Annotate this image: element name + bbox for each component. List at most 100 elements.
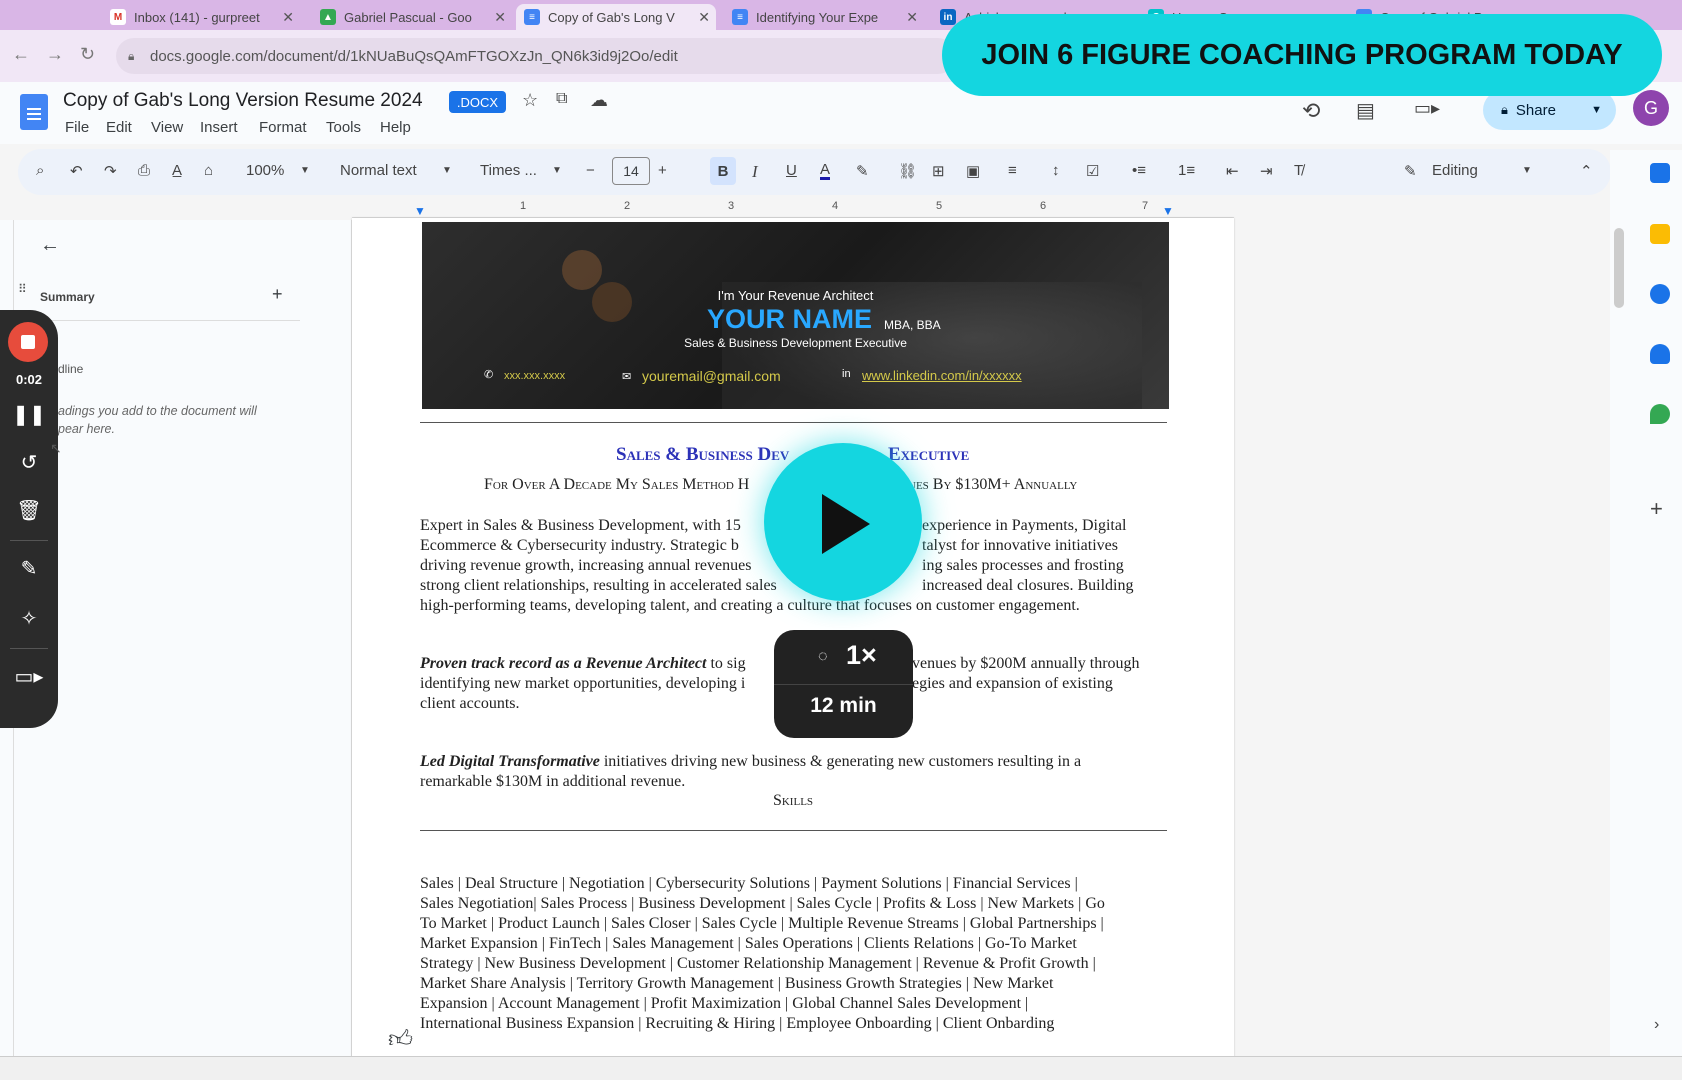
resume-heading-left: Sales & Business Dev: [616, 444, 790, 465]
font-select[interactable]: Times ...: [480, 162, 537, 179]
tasks-icon[interactable]: [1650, 284, 1670, 304]
undo-icon[interactable]: ↶: [70, 162, 83, 180]
keep-icon[interactable]: [1650, 224, 1670, 244]
chevron-down-icon[interactable]: ▼: [1591, 104, 1602, 116]
left-indent-marker-icon[interactable]: ▼: [414, 204, 426, 218]
menu-format[interactable]: Format: [259, 119, 307, 136]
insert-image-icon[interactable]: ▣: [966, 162, 980, 180]
checklist-icon[interactable]: ☑: [1086, 162, 1099, 180]
tab-docs-active[interactable]: ≡ Copy of Gab's Long V ✕: [516, 4, 716, 30]
star-icon[interactable]: ☆: [522, 90, 538, 111]
zoom-select[interactable]: 100%: [246, 162, 284, 179]
close-icon[interactable]: ✕: [282, 9, 294, 26]
tab-docs[interactable]: ≡ Identifying Your Expe ✕: [724, 4, 924, 30]
resume-subheading-left: For Over A Decade My Sales Method H: [484, 476, 750, 493]
effects-wand-icon[interactable]: ✧: [0, 606, 58, 631]
increase-indent-icon[interactable]: ⇥: [1260, 162, 1273, 180]
divider: [420, 830, 1167, 831]
hero-linkedin[interactable]: www.linkedin.com/in/xxxxxx: [862, 368, 1022, 383]
add-comment-icon[interactable]: ⊞: [932, 162, 945, 180]
chevron-down-icon[interactable]: ▼: [442, 165, 452, 176]
chevron-down-icon[interactable]: ▼: [1522, 165, 1532, 176]
maps-icon[interactable]: [1650, 404, 1670, 424]
docs-icon: ≡: [732, 9, 748, 25]
increase-font-icon[interactable]: +: [658, 162, 667, 179]
clear-formatting-icon[interactable]: T̸: [1294, 162, 1303, 179]
italic-button[interactable]: I: [752, 162, 758, 182]
divider: [10, 540, 48, 541]
url-input[interactable]: 🔒︎ docs.google.com/document/d/1kNUaBuQsQ…: [116, 38, 956, 74]
menu-help[interactable]: Help: [380, 119, 411, 136]
print-icon[interactable]: ⎙: [138, 162, 150, 179]
calendar-icon[interactable]: [1650, 163, 1670, 183]
tab-label: Copy of Gab's Long V: [548, 9, 675, 25]
add-summary-icon[interactable]: +: [272, 284, 283, 305]
avatar[interactable]: G: [1633, 90, 1669, 126]
achievement-text: initiatives driving new business & gener…: [599, 753, 1082, 770]
add-addon-icon[interactable]: +: [1650, 496, 1663, 522]
share-button[interactable]: 🔒︎ Share ▼: [1483, 90, 1616, 130]
chevron-down-icon[interactable]: ▼: [300, 165, 310, 176]
pause-icon[interactable]: ❚❚: [0, 402, 58, 427]
right-indent-marker-icon[interactable]: ▼: [1162, 204, 1174, 218]
contacts-icon[interactable]: [1650, 344, 1670, 364]
version-history-icon[interactable]: ⟲: [1302, 98, 1320, 124]
menu-tools[interactable]: Tools: [326, 119, 361, 136]
scrollbar[interactable]: [1614, 228, 1624, 308]
playback-speed[interactable]: 1×: [846, 640, 877, 671]
decrease-font-icon[interactable]: −: [586, 162, 595, 179]
document-title[interactable]: Copy of Gab's Long Version Resume 2024: [63, 90, 423, 112]
stop-icon: [21, 335, 35, 349]
paint-format-icon[interactable]: ⌂: [204, 162, 213, 179]
spellcheck-icon[interactable]: A̲: [172, 162, 182, 179]
playback-speed-panel[interactable]: ◌ 1× 12 min: [774, 630, 913, 738]
tab-gmail[interactable]: M Inbox (141) - gurpreet ✕: [102, 4, 300, 30]
back-arrow-icon[interactable]: ←: [40, 234, 60, 257]
achievement-text: client accounts.: [420, 695, 520, 712]
camera-icon[interactable]: ▭▸: [0, 664, 58, 689]
tab-drive[interactable]: ▲ Gabriel Pascual - Goo ✕: [312, 4, 512, 30]
stop-recording-button[interactable]: [8, 322, 48, 362]
meet-icon[interactable]: ▭▸: [1414, 98, 1440, 119]
expand-panel-icon[interactable]: ›: [1654, 1016, 1659, 1034]
back-icon[interactable]: ←: [12, 44, 30, 65]
numbered-list-icon[interactable]: 1≡: [1178, 162, 1195, 179]
search-icon[interactable]: ⌕: [36, 162, 44, 179]
menu-insert[interactable]: Insert: [200, 119, 238, 136]
line-spacing-icon[interactable]: ↕: [1052, 162, 1060, 179]
bold-button[interactable]: B: [710, 157, 736, 185]
docs-logo-icon[interactable]: [20, 94, 48, 130]
editing-mode-select[interactable]: Editing: [1432, 162, 1478, 179]
link-icon[interactable]: ⛓: [898, 162, 917, 180]
url-text: docs.google.com/document/d/1kNUaBuQsQAmF…: [150, 47, 678, 65]
delete-icon[interactable]: 🗑︎: [0, 498, 58, 523]
redo-icon[interactable]: ↷: [104, 162, 117, 180]
summary-label[interactable]: Summary: [40, 290, 95, 304]
font-size-input[interactable]: 14: [612, 157, 650, 185]
reload-icon[interactable]: ↻: [80, 44, 95, 65]
collapse-toolbar-icon[interactable]: ⌃: [1580, 162, 1593, 180]
draw-pen-icon[interactable]: ✎: [0, 556, 58, 581]
menu-view[interactable]: View: [151, 119, 183, 136]
move-folder-icon[interactable]: ⧉: [556, 90, 567, 108]
menu-edit[interactable]: Edit: [106, 119, 132, 136]
comments-icon[interactable]: ▤: [1356, 98, 1375, 123]
linkedin-icon: in: [842, 368, 851, 380]
chevron-down-icon[interactable]: ▼: [552, 165, 562, 176]
decrease-indent-icon[interactable]: ⇤: [1226, 162, 1239, 180]
bulleted-list-icon[interactable]: •≡: [1132, 162, 1146, 179]
play-icon: [822, 494, 870, 554]
coaching-banner[interactable]: JOIN 6 FIGURE COACHING PROGRAM TODAY: [942, 14, 1662, 96]
thumbs-up-icon: 👍︎: [388, 1026, 414, 1053]
forward-icon[interactable]: →: [46, 44, 64, 65]
close-icon[interactable]: ✕: [494, 9, 506, 26]
close-icon[interactable]: ✕: [698, 9, 710, 26]
close-icon[interactable]: ✕: [906, 9, 918, 26]
summary-line-right: increased deal closures. Building: [922, 577, 1134, 594]
highlight-icon[interactable]: ✎: [856, 162, 869, 180]
menu-file[interactable]: File: [65, 119, 89, 136]
style-select[interactable]: Normal text: [340, 162, 417, 179]
underline-button[interactable]: U: [786, 162, 797, 179]
align-icon[interactable]: ≡: [1008, 162, 1017, 179]
text-color-button[interactable]: A: [820, 162, 831, 180]
